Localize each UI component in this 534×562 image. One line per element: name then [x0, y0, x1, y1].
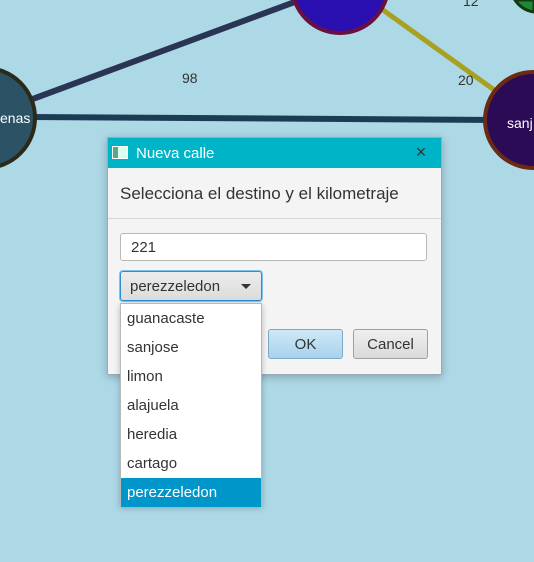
dialog-header: Selecciona el destino y el kilometraje [108, 168, 441, 219]
edge-weight-label: 20 [458, 72, 474, 88]
edge-line [29, 114, 501, 123]
dropdown-option[interactable]: perezzeledon [121, 478, 261, 507]
edge-weight-label: 12 [463, 0, 479, 9]
dropdown-option[interactable]: guanacaste [121, 304, 261, 333]
dialog-header-text: Selecciona el destino y el kilometraje [120, 184, 399, 203]
dropdown-option[interactable]: limon [121, 362, 261, 391]
node-label: enas [0, 110, 31, 126]
destination-combobox[interactable]: perezzeledon [120, 271, 262, 301]
dialog-title: Nueva calle [136, 145, 215, 162]
edge-weight-label: 98 [182, 70, 198, 86]
node-label: sanj [507, 115, 533, 131]
graph-node[interactable] [292, 0, 388, 35]
dropdown-option[interactable]: cartago [121, 449, 261, 478]
dropdown-option[interactable]: heredia [121, 420, 261, 449]
graph-node[interactable] [513, 0, 534, 14]
destination-dropdown-list: guanacaste sanjose limon alajuela heredi… [120, 303, 262, 507]
chevron-down-icon [241, 284, 251, 289]
ok-button[interactable]: OK [268, 329, 343, 359]
dropdown-option[interactable]: alajuela [121, 391, 261, 420]
edge-line [381, 7, 499, 95]
destination-combobox-value: perezzeledon [130, 278, 221, 295]
dialog-titlebar[interactable]: Nueva calle × [108, 138, 441, 168]
dropdown-option[interactable]: sanjose [121, 333, 261, 362]
close-icon[interactable]: × [411, 142, 431, 162]
cancel-button[interactable]: Cancel [353, 329, 428, 359]
app-window-icon [112, 146, 128, 159]
edge-line [28, 0, 302, 103]
distance-input[interactable]: 221 [120, 233, 427, 261]
